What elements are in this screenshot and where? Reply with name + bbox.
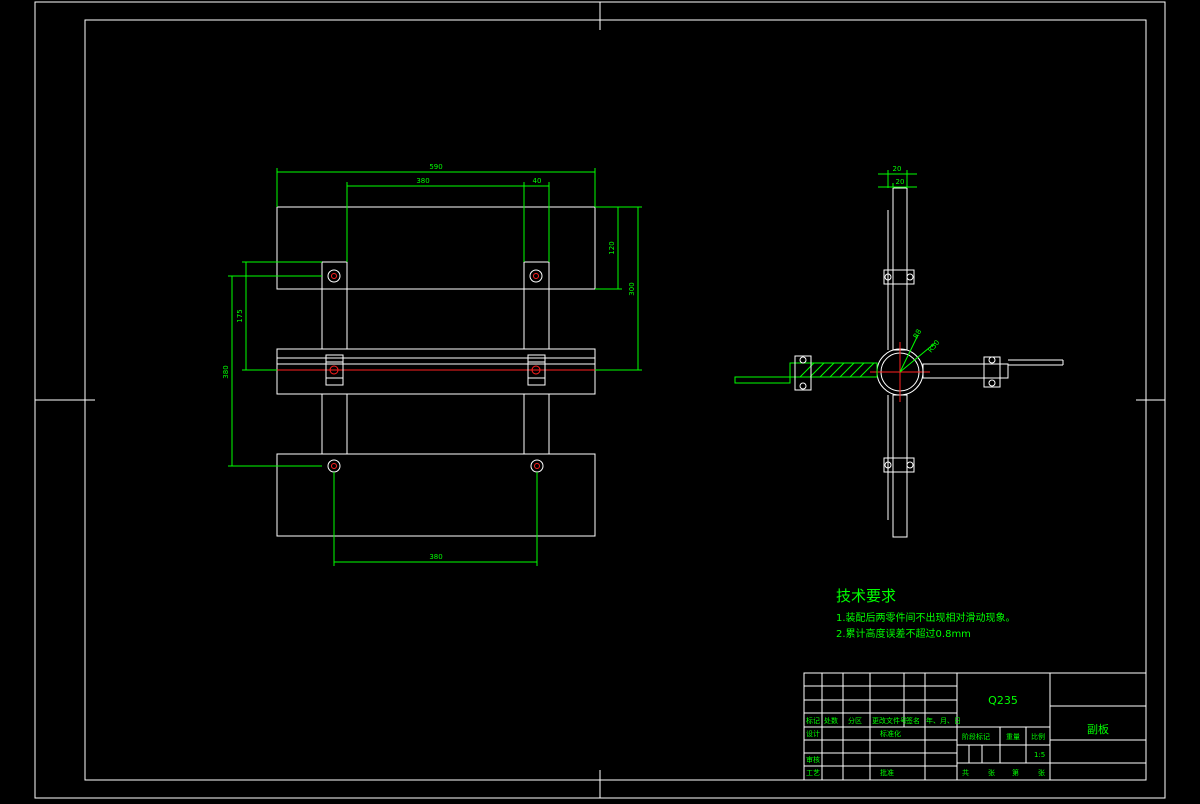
bolt-hole-right-bottom (530, 459, 544, 473)
tb-label-total: 共 (962, 768, 969, 777)
tb-label-count: 处数 (824, 716, 838, 725)
side-view: 20 20 R8 R50 (734, 165, 1064, 538)
dim-right-short: 120 (608, 241, 616, 254)
left-lower-arm (321, 393, 348, 455)
tb-label-page-no: 第 (1012, 768, 1019, 777)
front-view: 590 380 40 120 300 175 380 380 (222, 163, 642, 566)
outer-sheet-border (34, 1, 1166, 799)
top-plate (276, 206, 596, 290)
dim-right-tall: 300 (628, 282, 636, 295)
notes-heading: 技术要求 (836, 587, 896, 605)
tb-label-weight: 重量 (1006, 733, 1020, 741)
dim-side-b: 20 (896, 178, 905, 186)
tb-label-review: 审核 (806, 755, 820, 764)
dim-left-tall: 380 (222, 365, 230, 378)
tb-label-stage-mark: 阶段标记 (962, 732, 990, 741)
tb-label-zone: 分区 (848, 716, 862, 725)
left-upper-arm (321, 261, 348, 350)
tb-label-process: 工艺 (806, 769, 820, 777)
cad-drawing: 590 380 40 120 300 175 380 380 20 20 R8 … (0, 0, 1200, 800)
title-block: 标记 处数 分区 更改文件号 签名 年、月、日 设计 标准化 审核 工艺 批准 … (803, 672, 1147, 781)
tb-label-page-sheet: 张 (1038, 768, 1045, 777)
bolt-hole-right-top (529, 269, 543, 283)
bolt-left-arm (794, 355, 812, 391)
tb-label-sign: 签名 (906, 716, 920, 725)
inner-drawing-frame (84, 19, 1147, 781)
tb-label-change-doc: 更改文件号 (872, 716, 907, 725)
vertical-plate-lower (892, 394, 908, 538)
left-arm-plate (734, 376, 791, 384)
tb-label-scale: 比例 (1031, 732, 1045, 741)
note-item-1: 1.装配后两零件间不出现相对滑动现象。 (836, 611, 1016, 624)
right-upper-arm (523, 261, 550, 350)
drawing-canvas: 590 380 40 120 300 175 380 380 20 20 R8 … (34, 1, 1166, 799)
middle-bar (276, 348, 596, 395)
bolt-hole-left-top (327, 269, 341, 283)
dim-overall-width: 590 (429, 163, 442, 171)
tb-drawing-name: 副板 (1087, 722, 1109, 736)
dim-top-arm: 40 (533, 177, 542, 185)
tb-label-approve: 批准 (880, 768, 894, 777)
bottom-plate (276, 453, 596, 537)
dim-side-a: 20 (893, 165, 902, 173)
tb-label-standard: 标准化 (880, 729, 901, 738)
technical-requirements: 技术要求 1.装配后两零件间不出现相对滑动现象。 2.累计高度误差不超过0.8m… (836, 587, 1016, 640)
tb-scale-value: 1:5 (1034, 751, 1045, 759)
tb-material: Q235 (988, 694, 1018, 707)
tb-label-date: 年、月、日 (926, 716, 961, 725)
vertical-plate-upper (892, 187, 908, 351)
right-arm-plate (922, 363, 1009, 379)
dim-left-short: 175 (236, 309, 244, 322)
dim-bottom-spacing: 380 (429, 553, 442, 561)
tb-label-design: 设计 (806, 729, 820, 738)
note-item-2: 2.累计高度误差不超过0.8mm (836, 627, 971, 640)
left-arm-hatched (789, 362, 878, 378)
tb-label-sheet: 张 (988, 768, 995, 777)
dim-top-spacing: 380 (416, 177, 429, 185)
bolt-right-arm (983, 356, 1001, 388)
tb-label-mark: 标记 (806, 716, 820, 725)
dim-radius-b: R50 (926, 339, 941, 355)
right-lower-arm (523, 393, 550, 455)
dim-radius-a: R8 (912, 328, 924, 340)
bolt-hole-left-bottom (327, 459, 341, 473)
